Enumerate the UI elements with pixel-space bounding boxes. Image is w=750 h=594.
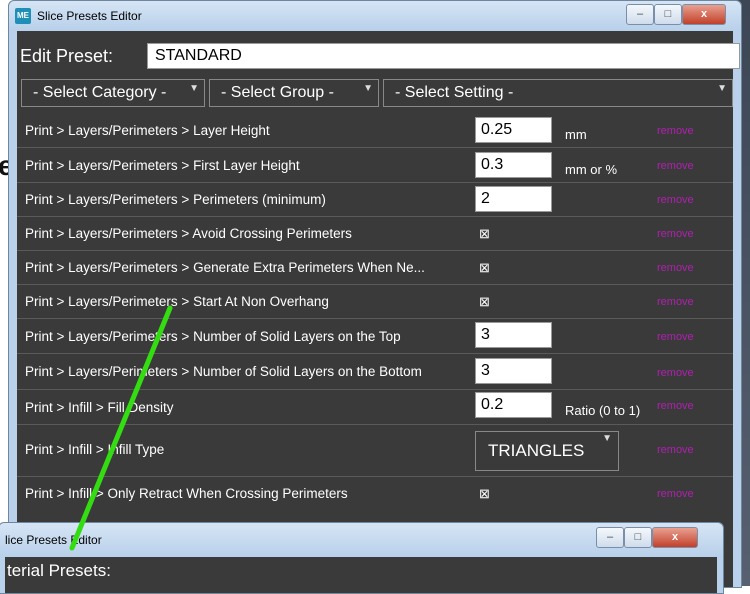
annotation-arrow-line: [69, 305, 173, 551]
annotation-arrow: [69, 305, 173, 551]
